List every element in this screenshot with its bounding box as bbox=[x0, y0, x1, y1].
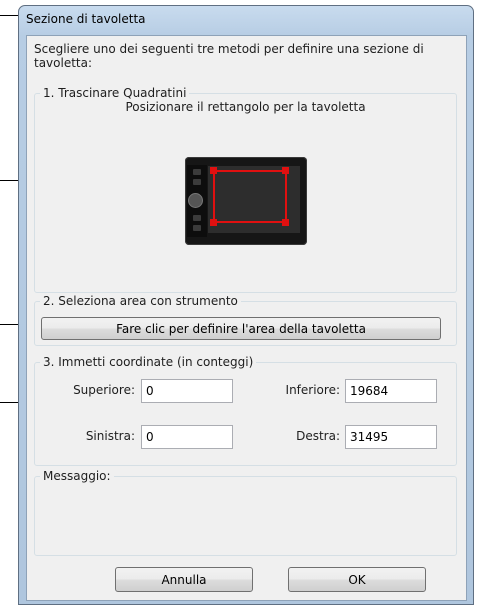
define-area-button[interactable]: Fare clic per definire l'area della tavo… bbox=[41, 317, 441, 340]
message-legend: Messaggio: bbox=[40, 469, 114, 483]
coordinates-legend: 3. Immetti coordinate (in conteggi) bbox=[40, 355, 257, 369]
touch-ring bbox=[188, 193, 203, 208]
bottom-coordinate-input[interactable] bbox=[345, 379, 437, 403]
title-bar[interactable]: Sezione di tavoletta bbox=[19, 6, 473, 31]
left-coordinate-input[interactable] bbox=[141, 425, 233, 449]
right-label: Destra: bbox=[296, 429, 340, 443]
callout-line-title bbox=[0, 15, 20, 16]
top-coordinate-input[interactable] bbox=[141, 379, 233, 403]
resize-handle-bottom-left[interactable] bbox=[210, 219, 217, 226]
cancel-button[interactable]: Annulla bbox=[115, 567, 253, 592]
window-title: Sezione di tavoletta bbox=[26, 12, 146, 26]
left-label: Sinistra: bbox=[85, 429, 135, 443]
tool-select-group: 2. Seleziona area con strumento Fare cli… bbox=[34, 294, 457, 346]
tool-select-legend: 2. Seleziona area con strumento bbox=[40, 294, 241, 308]
right-coordinate-input[interactable] bbox=[345, 425, 437, 449]
instructions-text: Scegliere uno dei seguenti tre metodi pe… bbox=[34, 42, 424, 70]
bottom-label: Inferiore: bbox=[285, 383, 340, 397]
resize-handle-top-left[interactable] bbox=[210, 167, 217, 174]
tablet-selection-rectangle[interactable] bbox=[213, 170, 287, 223]
dialog-client-area: Scegliere uno dei seguenti tre metodi pe… bbox=[26, 35, 467, 601]
drag-handles-caption: Posizionare il rettangolo per la tavolet… bbox=[125, 100, 366, 114]
message-group: Messaggio: bbox=[34, 469, 457, 556]
drag-handles-group: 1. Trascinare Quadratini Posizionare il … bbox=[34, 86, 457, 293]
tablet-area-dialog: Sezione di tavoletta Scegliere uno dei s… bbox=[18, 5, 474, 605]
resize-handle-bottom-right[interactable] bbox=[282, 219, 289, 226]
tablet-preview bbox=[185, 157, 307, 245]
top-label: Superiore: bbox=[73, 383, 135, 397]
drag-handles-legend: 1. Trascinare Quadratini bbox=[40, 86, 190, 100]
coordinates-group: 3. Immetti coordinate (in conteggi) Supe… bbox=[34, 355, 457, 466]
ok-button[interactable]: OK bbox=[288, 567, 426, 592]
resize-handle-top-right[interactable] bbox=[282, 167, 289, 174]
